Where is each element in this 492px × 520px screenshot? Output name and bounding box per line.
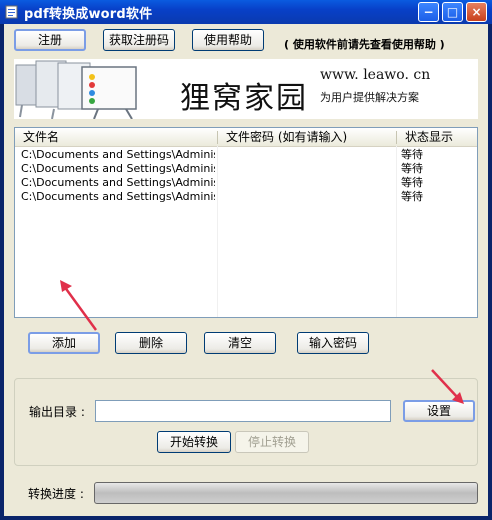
- file-name-cell: C:\Documents and Settings\Administr...: [21, 176, 215, 189]
- minimize-button[interactable]: −: [418, 2, 439, 22]
- brand-banner: 狸窝家园 www. leawo. cn 为用户提供解决方案: [14, 59, 478, 119]
- title-bar[interactable]: pdf转换成word软件 − □ ×: [0, 0, 492, 24]
- start-convert-button[interactable]: 开始转换: [157, 431, 231, 453]
- stop-convert-button[interactable]: 停止转换: [235, 431, 309, 453]
- annotation-arrow-icon: [431, 369, 464, 404]
- column-gridline: [396, 146, 397, 317]
- brand-slogan: 为用户提供解决方案: [320, 91, 419, 104]
- output-dir-label: 输出目录 :: [29, 405, 85, 419]
- progress-label: 转换进度 :: [28, 487, 84, 501]
- convert-progress-bar: [94, 482, 478, 504]
- help-hint: ( 使用软件前请先查看使用帮助 ): [284, 38, 445, 51]
- delete-file-button[interactable]: 删除: [115, 332, 187, 354]
- app-window: pdf转换成word软件 − □ × 注册 获取注册码 使用帮助 ( 使用软件前…: [0, 0, 492, 520]
- output-dir-input[interactable]: [95, 400, 391, 422]
- column-gridline: [217, 146, 218, 317]
- clear-list-button[interactable]: 清空: [204, 332, 276, 354]
- client-area: 注册 获取注册码 使用帮助 ( 使用软件前请先查看使用帮助 ) 狸窝家园 www…: [4, 24, 488, 516]
- whiteboard-illustration: [14, 59, 174, 119]
- output-group: 输出目录 : 设置 开始转换 停止转换: [14, 378, 478, 466]
- file-name-cell: C:\Documents and Settings\Administr...: [21, 162, 215, 175]
- file-list-header: 文件名 文件密码 (如有请输入) 状态显示: [15, 128, 477, 147]
- maximize-button[interactable]: □: [442, 2, 463, 22]
- column-header-status[interactable]: 状态显示: [397, 128, 477, 146]
- column-header-password[interactable]: 文件密码 (如有请输入): [218, 128, 396, 146]
- file-status-cell: 等待: [401, 190, 423, 203]
- window-title: pdf转换成word软件: [24, 7, 153, 22]
- file-name-cell: C:\Documents and Settings\Administr...: [21, 148, 215, 161]
- column-header-filename[interactable]: 文件名: [15, 128, 217, 146]
- file-status-cell: 等待: [401, 176, 423, 189]
- enter-password-button[interactable]: 输入密码: [297, 332, 369, 354]
- annotation-arrow-icon: [60, 280, 98, 331]
- brand-name: 狸窝家园: [180, 81, 308, 116]
- file-status-cell: 等待: [401, 148, 423, 161]
- file-status-cell: 等待: [401, 162, 423, 175]
- file-name-cell: C:\Documents and Settings\Administr...: [21, 190, 215, 203]
- register-button[interactable]: 注册: [14, 29, 86, 51]
- app-icon: [4, 4, 20, 20]
- get-register-code-button[interactable]: 获取注册码: [103, 29, 175, 51]
- brand-url: www. leawo. cn: [320, 67, 431, 83]
- help-button[interactable]: 使用帮助: [192, 29, 264, 51]
- close-button[interactable]: ×: [466, 2, 487, 22]
